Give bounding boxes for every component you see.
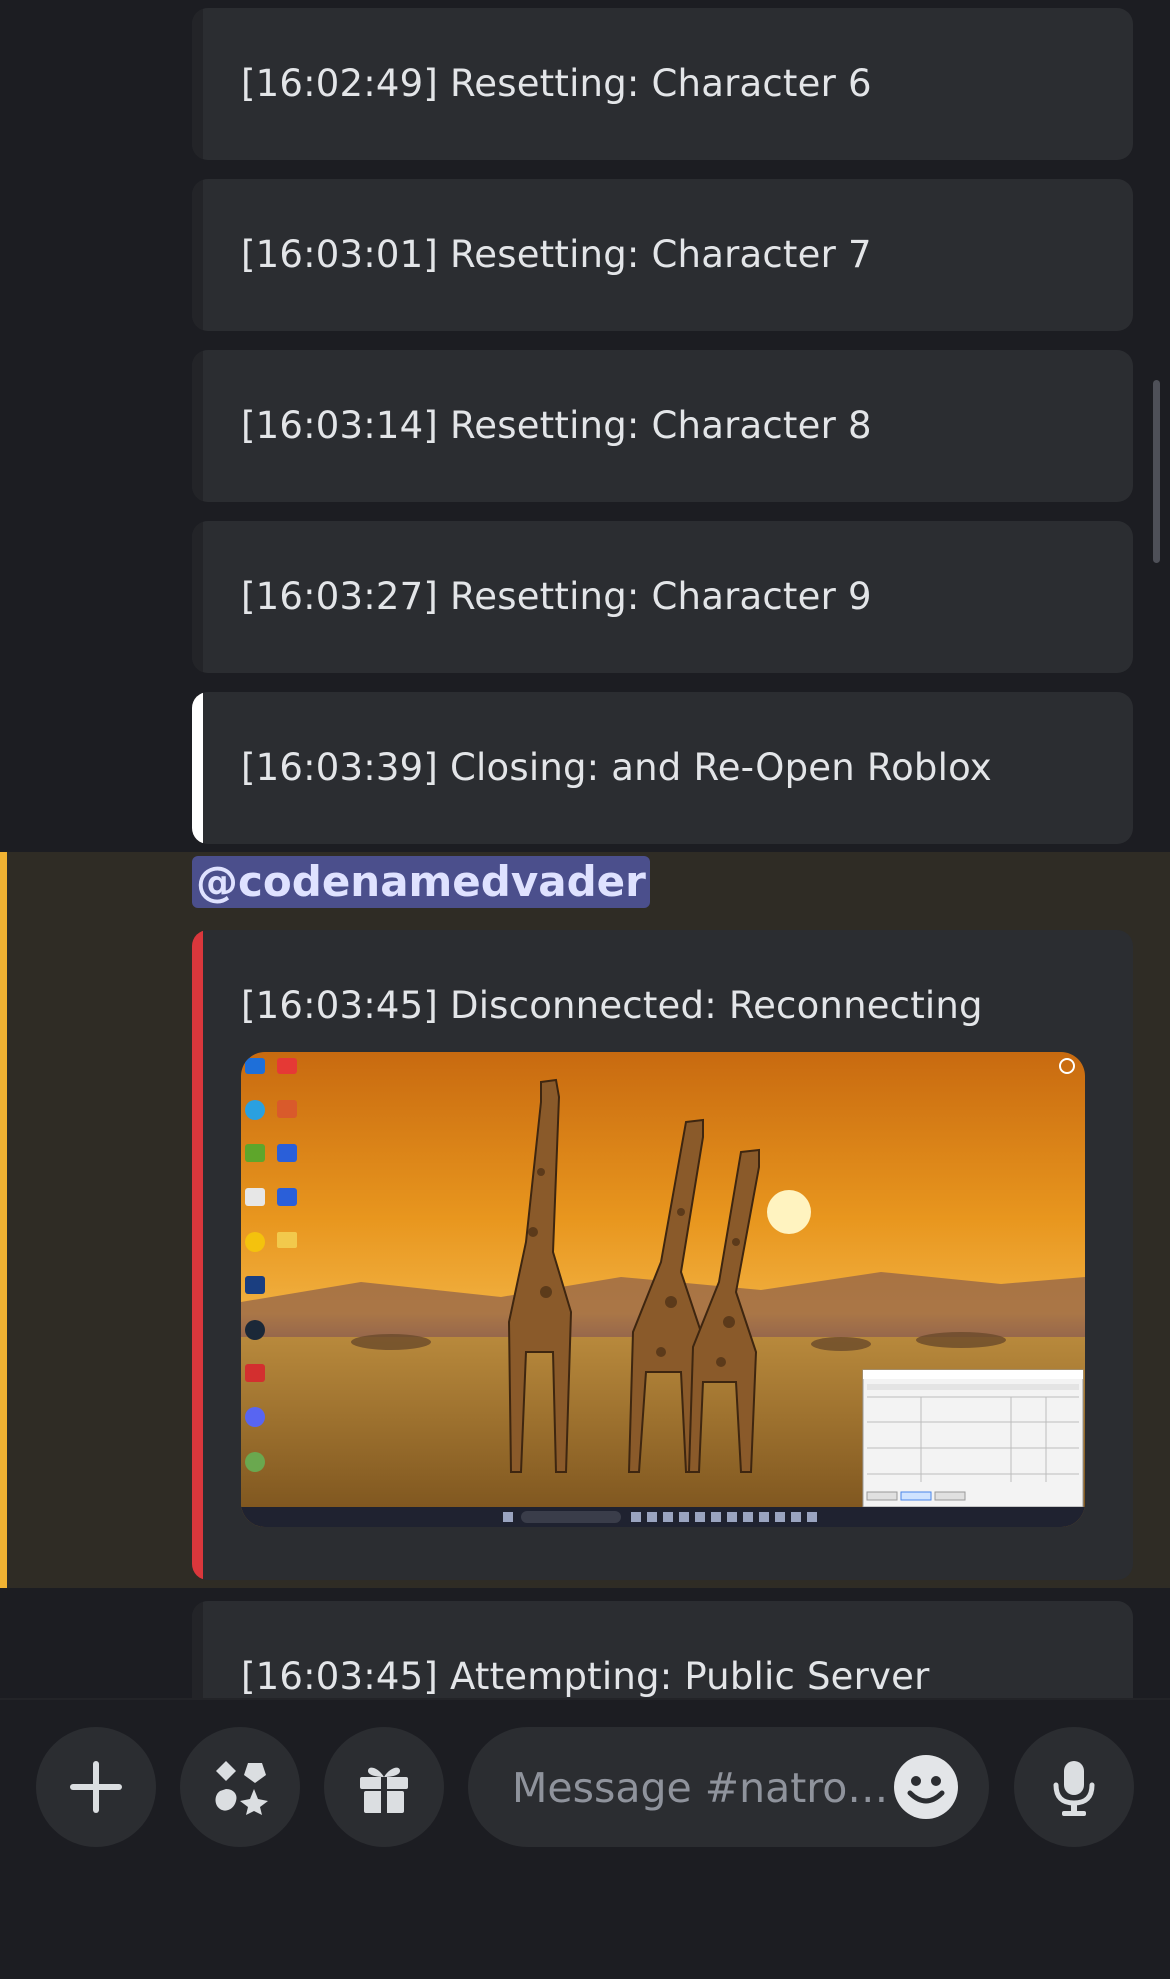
voice-message-button[interactable] bbox=[1014, 1727, 1134, 1847]
screenshot-attachment[interactable] bbox=[241, 1052, 1085, 1527]
scrollbar-thumb[interactable] bbox=[1153, 380, 1160, 563]
plus-icon bbox=[70, 1761, 122, 1813]
embed-accent-bar bbox=[192, 179, 203, 331]
log-embed: [16:03:14] Resetting: Character 8 bbox=[192, 350, 1133, 502]
desktop-screenshot-image bbox=[241, 1052, 1085, 1527]
apps-button[interactable] bbox=[180, 1727, 300, 1847]
emoji-icon bbox=[907, 1776, 945, 1804]
mention-edge bbox=[0, 852, 7, 1588]
microphone-icon bbox=[1053, 1761, 1095, 1816]
embed-text: [16:03:14] Resetting: Character 8 bbox=[241, 404, 872, 447]
embed-accent-bar bbox=[192, 930, 203, 1580]
embed-accent-bar bbox=[192, 8, 203, 160]
gift-button[interactable] bbox=[324, 1727, 444, 1847]
embed-text: [16:03:27] Resetting: Character 9 bbox=[241, 575, 872, 618]
message-input-box[interactable] bbox=[468, 1727, 989, 1847]
log-embed-with-image: [16:03:45] Disconnected: Reconnecting bbox=[192, 930, 1133, 1580]
message-input[interactable] bbox=[510, 1757, 894, 1819]
embed-text: [16:02:49] Resetting: Character 6 bbox=[241, 62, 872, 105]
log-embed: [16:02:49] Resetting: Character 6 bbox=[192, 8, 1133, 160]
gift-icon bbox=[360, 1767, 408, 1813]
log-embed: [16:03:39] Closing: and Re-Open Roblox bbox=[192, 692, 1133, 844]
embed-accent-bar bbox=[192, 692, 203, 844]
log-embed: [16:03:45] Attempting: Public Server bbox=[192, 1601, 1133, 1698]
user-mention[interactable]: @codenamedvader bbox=[192, 856, 650, 908]
message-feed[interactable]: [16:02:49] Resetting: Character 6 [16:03… bbox=[0, 0, 1170, 1698]
add-attachment-button[interactable] bbox=[36, 1727, 156, 1847]
emoji-button[interactable] bbox=[894, 1755, 958, 1819]
embed-accent-bar bbox=[192, 350, 203, 502]
embed-accent-bar bbox=[192, 521, 203, 673]
embed-text: [16:03:01] Resetting: Character 7 bbox=[241, 233, 872, 276]
embed-text: [16:03:45] Attempting: Public Server bbox=[241, 1655, 930, 1698]
embed-text: [16:03:45] Disconnected: Reconnecting bbox=[241, 984, 983, 1027]
embed-text: [16:03:39] Closing: and Re-Open Roblox bbox=[241, 746, 992, 789]
log-embed: [16:03:01] Resetting: Character 7 bbox=[192, 179, 1133, 331]
apps-icon bbox=[215, 1761, 268, 1815]
log-embed: [16:03:27] Resetting: Character 9 bbox=[192, 521, 1133, 673]
embed-accent-bar bbox=[192, 1601, 203, 1698]
